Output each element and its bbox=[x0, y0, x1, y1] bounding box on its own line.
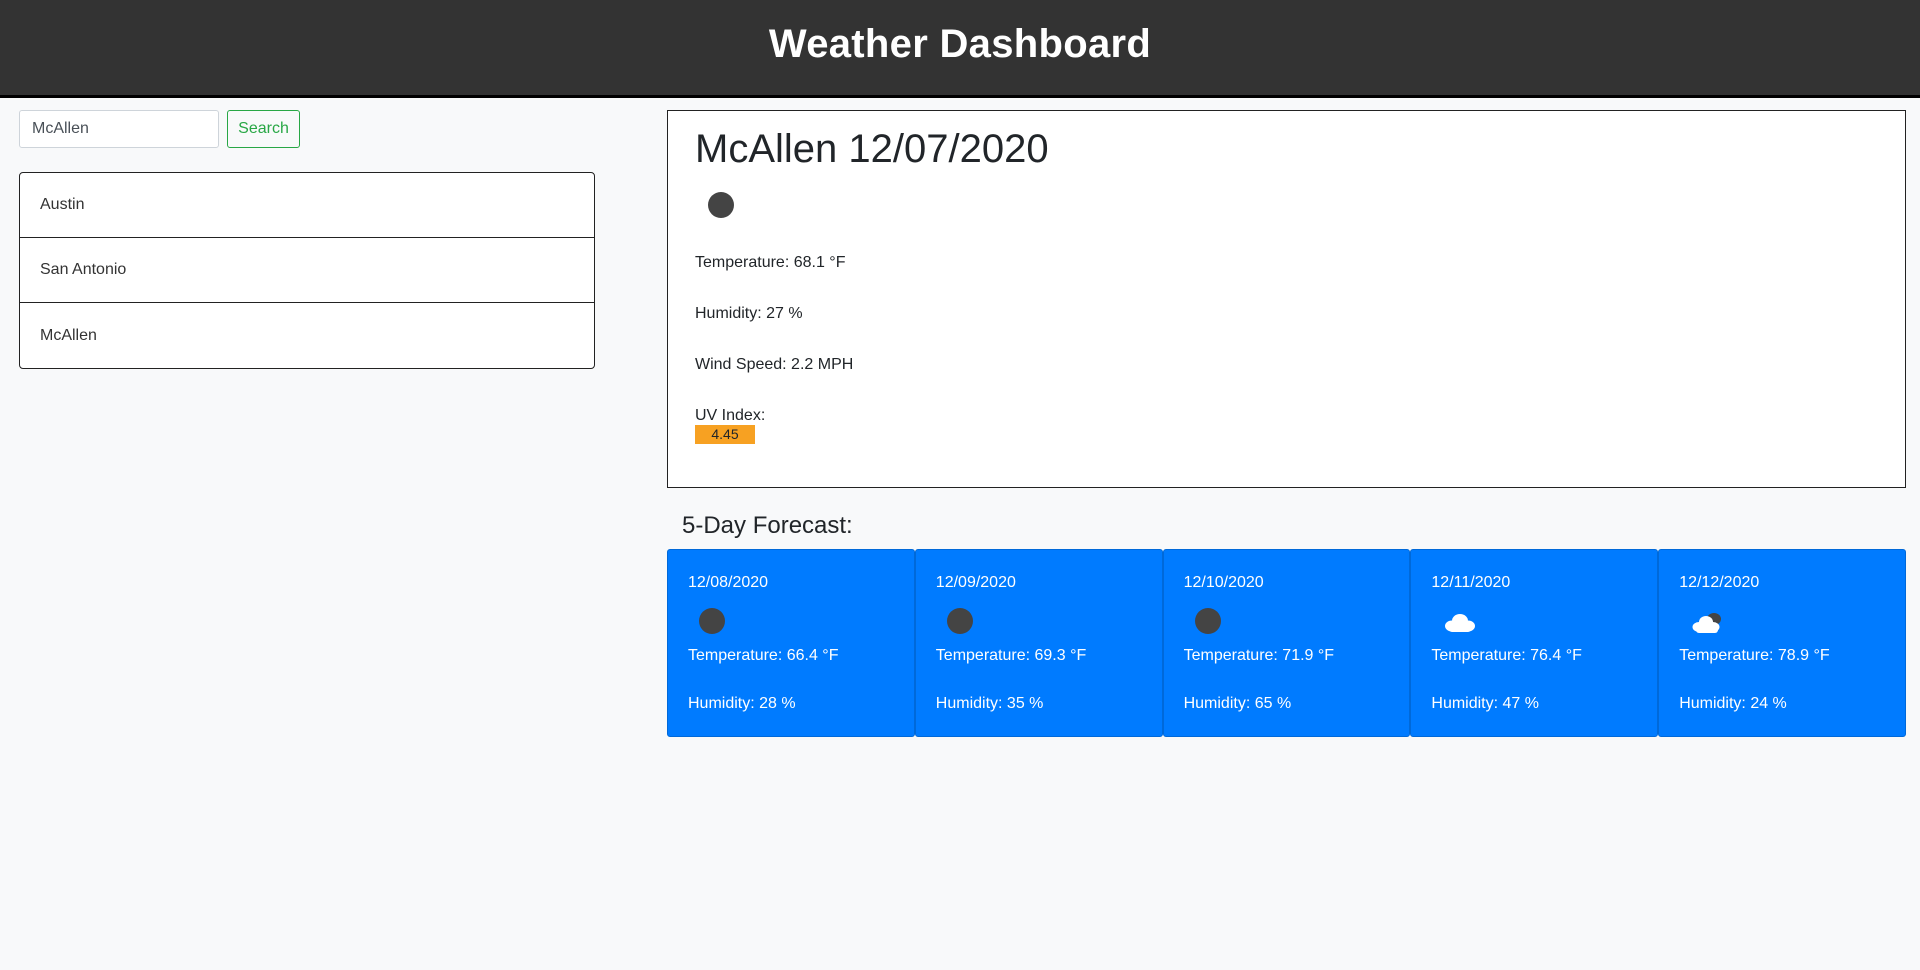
forecast-humidity: Humidity: 35 % bbox=[935, 695, 1044, 712]
history-item-san-antonio[interactable]: San Antonio bbox=[20, 238, 594, 303]
uv-index-badge: 4.45 bbox=[695, 425, 755, 444]
forecast-humidity: Humidity: 24 % bbox=[1679, 695, 1787, 712]
forecast-title: 5-Day Forecast: bbox=[682, 512, 853, 539]
forecast-card: 12/11/2020 Temperature: 76.4 °F Humidity… bbox=[1410, 549, 1659, 737]
page-title: Weather Dashboard bbox=[768, 22, 1152, 66]
broken-clouds-icon bbox=[1691, 608, 1731, 638]
history-item-austin[interactable]: Austin bbox=[20, 173, 594, 238]
search-button[interactable]: Search bbox=[227, 110, 300, 148]
forecast-temperature: Temperature: 76.4 °F bbox=[1431, 647, 1582, 664]
forecast-card: 12/08/2020 Temperature: 66.4 °F Humidity… bbox=[667, 549, 915, 737]
app-header: Weather Dashboard bbox=[0, 0, 1920, 98]
clear-sky-icon bbox=[708, 192, 734, 218]
search-input[interactable] bbox=[19, 110, 219, 148]
clear-sky-icon bbox=[946, 608, 988, 638]
cloud-icon bbox=[1443, 608, 1483, 638]
forecast-date: 12/11/2020 bbox=[1431, 574, 1511, 591]
forecast-temperature: Temperature: 69.3 °F bbox=[935, 647, 1087, 664]
current-temperature: Temperature: 68.1 °F bbox=[695, 254, 846, 271]
forecast-row: 12/08/2020 Temperature: 66.4 °F Humidity… bbox=[667, 549, 1906, 737]
clear-sky-icon bbox=[699, 608, 740, 638]
forecast-card: 12/10/2020 Temperature: 71.9 °F Humidity… bbox=[1162, 549, 1411, 737]
current-wind-speed: Wind Speed: 2.2 MPH bbox=[695, 356, 854, 373]
clear-sky-icon bbox=[1194, 608, 1236, 638]
current-city-date: McAllen 12/07/2020 bbox=[695, 127, 1049, 171]
forecast-date: 12/09/2020 bbox=[935, 574, 1016, 591]
search-history-list: Austin San Antonio McAllen bbox=[19, 172, 595, 369]
forecast-date: 12/08/2020 bbox=[688, 574, 769, 591]
forecast-date: 12/12/2020 bbox=[1679, 574, 1760, 591]
current-weather-card: McAllen 12/07/2020 Temperature: 68.1 °F … bbox=[667, 110, 1906, 488]
forecast-humidity: Humidity: 28 % bbox=[688, 695, 796, 712]
current-humidity: Humidity: 27 % bbox=[695, 305, 803, 322]
forecast-card: 12/09/2020 Temperature: 69.3 °F Humidity… bbox=[914, 549, 1163, 737]
uv-index-label: UV Index: bbox=[695, 407, 766, 424]
history-item-mcallen[interactable]: McAllen bbox=[20, 303, 594, 368]
forecast-card: 12/12/2020 Temperature: 78.9 °F Humidity… bbox=[1658, 549, 1906, 737]
forecast-temperature: Temperature: 78.9 °F bbox=[1679, 647, 1830, 664]
forecast-humidity: Humidity: 65 % bbox=[1183, 695, 1292, 712]
forecast-temperature: Temperature: 71.9 °F bbox=[1183, 647, 1335, 664]
forecast-date: 12/10/2020 bbox=[1183, 574, 1264, 591]
forecast-temperature: Temperature: 66.4 °F bbox=[688, 647, 839, 664]
forecast-humidity: Humidity: 47 % bbox=[1431, 695, 1539, 712]
